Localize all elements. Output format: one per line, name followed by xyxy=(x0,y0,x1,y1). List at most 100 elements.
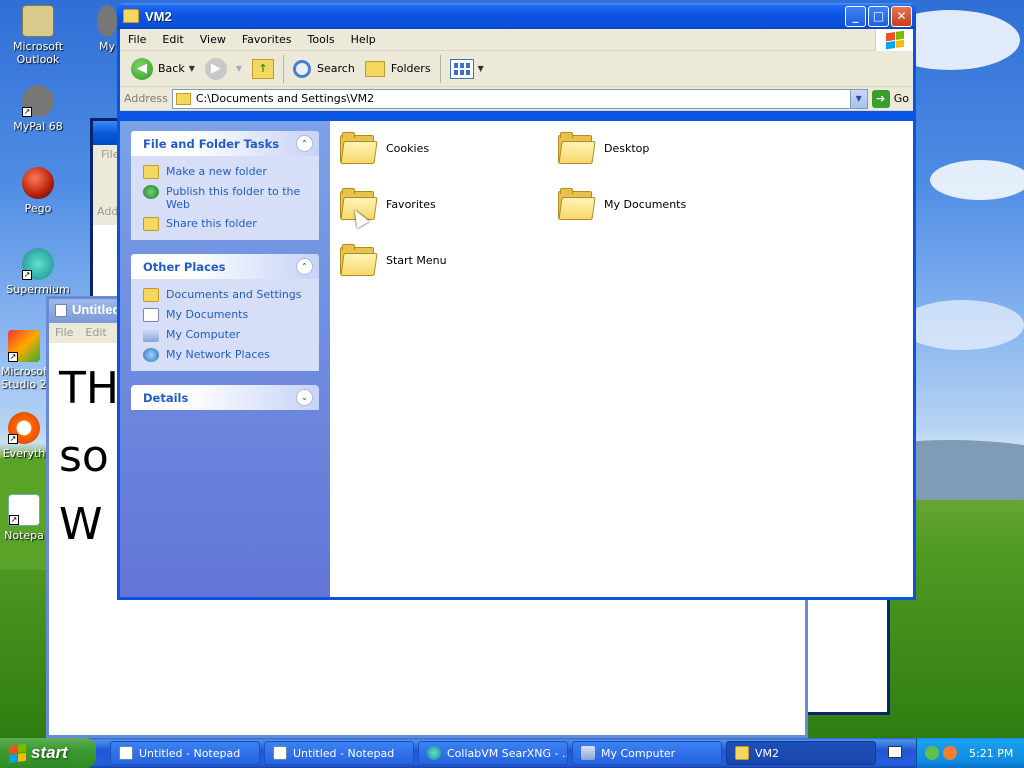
task-link-label: Publish this folder to the Web xyxy=(166,185,301,211)
taskbar-button-notepad-2[interactable]: Untitled - Notepad xyxy=(264,741,414,765)
folder-icon xyxy=(123,9,139,23)
everything-search-icon: ↗ xyxy=(8,412,40,444)
desktop-icon-mypal-2[interactable]: My xyxy=(96,5,118,53)
desktop-icon-visual-studio[interactable]: ↗ Microsoft Studio 2 xyxy=(1,330,47,391)
taskbar-button-label: CollabVM SearXNG - ... xyxy=(447,746,568,760)
folder-name: Start Menu xyxy=(386,253,447,267)
desktop-icon-label: Microsoft Outlook xyxy=(12,40,64,66)
chevron-down-icon[interactable]: ▼ xyxy=(478,64,484,73)
place-link-documents-settings[interactable]: Documents and Settings xyxy=(143,285,309,305)
clock[interactable]: 5:21 PM xyxy=(969,747,1013,760)
panel-title: File and Folder Tasks xyxy=(143,136,280,151)
start-button[interactable]: start xyxy=(0,738,96,768)
desktop-icon-label: Supermium xyxy=(6,283,70,296)
folder-name: Favorites xyxy=(386,197,436,211)
taskbar-button-notepad-1[interactable]: Untitled - Notepad xyxy=(110,741,260,765)
background-cloud xyxy=(900,300,1024,350)
taskbar-button-browser[interactable]: CollabVM SearXNG - ... xyxy=(418,741,568,765)
chevron-down-icon[interactable]: ▼ xyxy=(189,64,195,73)
window-titlebar[interactable]: VM2 _ □ ✕ xyxy=(117,3,916,29)
folder-item-desktop[interactable]: Desktop xyxy=(558,124,758,172)
task-link-label: Share this folder xyxy=(166,217,257,230)
panel-header[interactable]: File and Folder Tasks ⌃ xyxy=(131,131,319,156)
minimize-button[interactable]: _ xyxy=(845,5,866,27)
menu-tools[interactable]: Tools xyxy=(300,31,343,48)
menu-help[interactable]: Help xyxy=(343,31,384,48)
windows-logo-icon xyxy=(875,29,913,51)
menu-view[interactable]: View xyxy=(192,31,234,48)
taskbar-button-label: Untitled - Notepad xyxy=(139,746,241,760)
notepad-title: Untitled xyxy=(72,302,121,317)
taskbar-button-label: My Computer xyxy=(601,746,676,760)
windows-logo-icon xyxy=(9,743,26,763)
panel-header[interactable]: Details ⌄ xyxy=(131,385,319,410)
file-list[interactable]: Cookies Desktop Favorites My Documents S… xyxy=(330,121,913,597)
up-folder-button[interactable]: ↑ xyxy=(247,54,279,84)
desktop-icon-outlook[interactable]: Microsoft Outlook xyxy=(1,5,75,66)
folder-item-favorites[interactable]: Favorites xyxy=(340,180,540,228)
task-link-share-folder[interactable]: Share this folder xyxy=(143,214,309,234)
notepad-icon: ↗ xyxy=(8,494,40,526)
address-dropdown-button[interactable]: ▼ xyxy=(849,89,867,108)
folder-name: Desktop xyxy=(604,141,650,155)
task-link-new-folder[interactable]: Make a new folder xyxy=(143,162,309,182)
mypal-raccoon-icon: ↗ xyxy=(22,85,54,117)
folder-name: Cookies xyxy=(386,141,430,155)
window-title: VM2 xyxy=(145,8,172,24)
chevron-down-icon[interactable]: ▼ xyxy=(236,64,242,73)
notepad-menu-file[interactable]: File xyxy=(55,326,73,340)
network-places-icon xyxy=(143,348,159,362)
address-label: Address xyxy=(124,92,168,105)
desktop-icon-everything[interactable]: ↗ Everyth xyxy=(1,412,47,460)
background-address-label: Add xyxy=(97,205,119,218)
place-link-network-places[interactable]: My Network Places xyxy=(143,345,309,365)
forward-button[interactable]: ▶ ▼ xyxy=(200,54,247,84)
task-link-publish-web[interactable]: Publish this folder to the Web xyxy=(143,182,309,214)
toolbar-separator xyxy=(283,54,285,83)
explorer-window[interactable]: VM2 _ □ ✕ File Edit View Favorites Tools… xyxy=(117,3,916,600)
taskbar-button-vm2[interactable]: VM2 xyxy=(726,741,876,765)
folders-button[interactable]: Folders xyxy=(360,54,436,84)
keyboard-layout-icon[interactable] xyxy=(888,746,902,758)
folder-item-start-menu[interactable]: Start Menu xyxy=(340,236,540,284)
expand-chevron-icon[interactable]: ⌄ xyxy=(296,389,313,406)
place-link-my-computer[interactable]: My Computer xyxy=(143,325,309,345)
toolbar-separator xyxy=(439,54,441,83)
place-link-label: My Documents xyxy=(166,308,249,321)
network-tray-icon[interactable] xyxy=(925,746,939,760)
menu-file[interactable]: File xyxy=(120,31,154,48)
close-button[interactable]: ✕ xyxy=(891,5,912,27)
taskbar-button-my-computer[interactable]: My Computer xyxy=(572,741,722,765)
search-button[interactable]: Search xyxy=(288,54,360,84)
panel-header[interactable]: Other Places ⌃ xyxy=(131,254,319,279)
folder-item-my-documents[interactable]: My Documents xyxy=(558,180,758,228)
folder-name: My Documents xyxy=(604,197,687,211)
views-button[interactable]: ▼ xyxy=(445,54,489,84)
collapse-chevron-icon[interactable]: ⌃ xyxy=(296,135,313,152)
menu-edit[interactable]: Edit xyxy=(154,31,191,48)
address-input[interactable]: C:\Documents and Settings\VM2 ▼ xyxy=(171,88,868,109)
folder-item-cookies[interactable]: Cookies xyxy=(340,124,540,172)
maximize-button[interactable]: □ xyxy=(868,5,889,27)
collapse-chevron-icon[interactable]: ⌃ xyxy=(296,258,313,275)
go-button[interactable]: ➔ Go xyxy=(871,89,909,108)
desktop-icon-mypal[interactable]: ↗ MyPal 68 xyxy=(1,85,75,133)
taskbar-button-label: VM2 xyxy=(755,746,780,760)
notepad-menu-edit[interactable]: Edit xyxy=(85,326,106,340)
desktop-icon-supermium[interactable]: ↗ Supermium xyxy=(1,248,75,296)
back-button[interactable]: ◀ Back ▼ xyxy=(126,54,200,84)
desktop-icon-notepad[interactable]: ↗ Notepa xyxy=(1,494,47,542)
place-link-my-documents[interactable]: My Documents xyxy=(143,305,309,325)
file-folder-tasks-panel: File and Folder Tasks ⌃ Make a new folde… xyxy=(131,131,319,240)
folder-icon xyxy=(735,746,749,760)
folder-icon xyxy=(143,288,159,302)
desktop-icon-pego[interactable]: Pego xyxy=(1,167,75,215)
window-content: File and Folder Tasks ⌃ Make a new folde… xyxy=(120,121,913,597)
search-tray-icon[interactable] xyxy=(943,746,957,760)
new-folder-icon xyxy=(143,165,159,179)
notepad-icon xyxy=(119,746,133,760)
go-label: Go xyxy=(893,92,909,105)
notepad-icon xyxy=(55,304,67,318)
menu-favorites[interactable]: Favorites xyxy=(234,31,300,48)
desktop-icon-label: Microsoft Studio 2 xyxy=(1,365,47,391)
